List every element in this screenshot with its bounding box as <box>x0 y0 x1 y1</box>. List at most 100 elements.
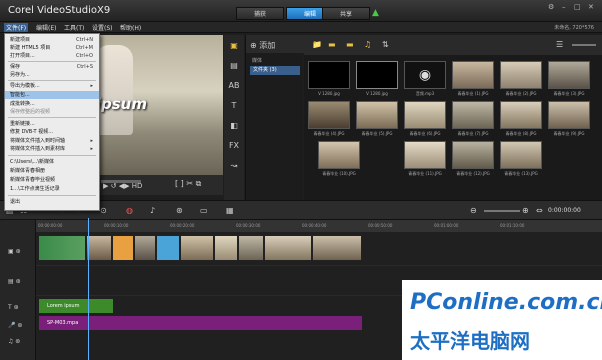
menu-file[interactable]: 文件(F) <box>4 23 29 32</box>
video-clip[interactable] <box>264 235 312 261</box>
menu-item-save-as[interactable]: 另存为... <box>5 71 99 79</box>
media-icon[interactable]: ▣ <box>228 41 240 51</box>
fit-project-icon[interactable]: ⇔ <box>536 206 543 215</box>
transition-clip[interactable] <box>112 235 134 261</box>
menu-item-relink[interactable]: 重新链接... <box>5 120 99 128</box>
menu-item-exit[interactable]: 退出 <box>5 198 99 206</box>
transition-icon[interactable]: AB <box>228 81 240 91</box>
video-clip[interactable] <box>312 235 362 261</box>
audio-thumbnail-icon[interactable]: ◉ <box>404 61 446 89</box>
video-track-icon[interactable]: ▣ ⊛ <box>8 248 21 255</box>
maximize-icon[interactable]: □ <box>574 3 581 11</box>
close-icon[interactable]: ✕ <box>588 3 594 11</box>
show-photo-icon[interactable]: ▬ <box>346 40 354 49</box>
tab-share[interactable]: 共享 <box>322 7 370 20</box>
title-track-icon[interactable]: T ⊛ <box>8 304 19 311</box>
menu-item-new-project[interactable]: 新建项目 Ctrl+N <box>5 36 99 44</box>
play-icon[interactable]: ▶ ↺ ◀▶ HD <box>103 182 142 190</box>
settings-icon[interactable]: ⚙ <box>548 3 554 11</box>
library-folder-item[interactable]: 文件夹 (3) <box>250 66 300 75</box>
menu-item-label: 打开项目... <box>10 53 35 59</box>
mixer-icon[interactable]: ◍ <box>126 206 133 215</box>
menu-item-save[interactable]: 保存 Ctrl+S <box>5 63 99 71</box>
upload-arrow-icon[interactable]: ▲ <box>372 8 379 18</box>
folder-icon[interactable]: 📁 <box>312 40 322 49</box>
library-panel: ⊕ 添加 媒体 文件夹 (3) <box>245 35 304 200</box>
zoom-slider[interactable] <box>484 210 520 212</box>
auto-music-icon[interactable]: ♪ <box>150 206 155 215</box>
thumbnail[interactable] <box>500 141 542 169</box>
thumbnail[interactable] <box>356 61 398 89</box>
video-clip[interactable] <box>86 235 112 261</box>
thumbnail[interactable] <box>318 141 360 169</box>
thumbnail-caption: 青春毕业 (12).JPG <box>456 171 490 176</box>
show-video-icon[interactable]: ▬ <box>328 40 336 49</box>
playhead[interactable] <box>88 218 89 360</box>
transition-clip[interactable] <box>156 235 180 261</box>
menu-item-batch-convert[interactable]: 成批转换... <box>5 100 99 108</box>
shortcut-text: Ctrl+N <box>76 37 93 43</box>
menu-item-recent-2[interactable]: 新媒体青春相册 <box>5 167 99 175</box>
thumbnail[interactable] <box>404 141 446 169</box>
zoom-out-icon[interactable]: ⊖ <box>470 206 477 215</box>
menu-item-save-trimmed[interactable]: 保存修整后的视频 <box>5 108 99 116</box>
menu-item-export-template[interactable]: 导出为模板... ▸ <box>5 82 99 90</box>
thumbnail[interactable] <box>500 61 542 89</box>
menu-item-insert-timeline[interactable]: 将媒体文件插入到时间轴 ▸ <box>5 137 99 145</box>
minimize-icon[interactable]: – <box>562 3 566 11</box>
thumbnail-caption: 音频.mp3 <box>415 91 435 96</box>
menu-item-label: 重新链接... <box>10 121 35 127</box>
menu-settings[interactable]: 设置(S) <box>90 23 115 32</box>
thumbnail[interactable] <box>452 141 494 169</box>
menu-help[interactable]: 帮助(H) <box>118 23 143 32</box>
thumbnail[interactable] <box>308 61 350 89</box>
list-view-icon[interactable]: ☰ <box>556 40 563 49</box>
record-icon[interactable]: ⊙ <box>100 206 107 215</box>
menu-item-recent-4[interactable]: 1...\工作点滴生活记录 <box>5 185 99 193</box>
thumbnail[interactable] <box>308 101 350 129</box>
menu-item-insert-library[interactable]: 将媒体文件插入到素材库 ▸ <box>5 145 99 153</box>
thumb-size-slider[interactable] <box>572 44 596 46</box>
thumbnail[interactable] <box>404 101 446 129</box>
show-audio-icon[interactable]: ♫ <box>364 40 371 49</box>
title-icon[interactable]: T <box>228 101 240 111</box>
zoom-in-icon[interactable]: ⊕ <box>522 206 529 215</box>
filter-icon[interactable]: FX <box>228 141 240 151</box>
video-clip[interactable] <box>180 235 214 261</box>
video-clip[interactable] <box>214 235 238 261</box>
menu-item-new-html5[interactable]: 新建 HTML5 项目 Ctrl+M <box>5 44 99 52</box>
music-track-icon[interactable]: ♫ ⊛ <box>8 338 20 345</box>
thumbnail[interactable] <box>356 101 398 129</box>
instant-project-icon[interactable]: ▤ <box>228 61 240 71</box>
thumbnail[interactable] <box>548 61 590 89</box>
menu-item-recent-3[interactable]: 新媒体青春毕业视频 <box>5 176 99 184</box>
video-clip[interactable] <box>238 235 264 261</box>
thumbnail[interactable] <box>548 101 590 129</box>
tab-capture[interactable]: 捕获 <box>236 7 284 20</box>
graphic-icon[interactable]: ◧ <box>228 121 240 131</box>
video-clip[interactable] <box>134 235 156 261</box>
add-folder-icon[interactable]: ⊕ 添加 <box>250 40 275 51</box>
title-clip[interactable]: Lorem ipsum <box>39 299 113 313</box>
menu-item-repair-dvbt[interactable]: 修复 DVB-T 视频... <box>5 128 99 136</box>
voice-track-icon[interactable]: 🎤 ⊛ <box>8 322 22 329</box>
timeline-timecode[interactable]: 0:00:00:00 <box>548 207 581 214</box>
overlay-track-icon[interactable]: ▤ ⊛ <box>8 278 21 285</box>
timeline-ruler[interactable]: 00:00:00:00 00:00:10:00 00:00:20:00 00:0… <box>36 220 602 232</box>
watermark-cn: 太平洋电脑网 <box>410 329 530 353</box>
subtitle-icon[interactable]: ▭ <box>200 206 208 215</box>
trim-marker-icon[interactable]: [ ] ✂ ⧉ <box>175 179 201 189</box>
thumbnail[interactable] <box>452 101 494 129</box>
sort-icon[interactable]: ⇅ <box>382 40 389 49</box>
menu-item-open[interactable]: 打开项目... Ctrl+O <box>5 52 99 60</box>
menu-item-smart-package[interactable]: 智能包... <box>5 91 99 99</box>
menu-item-recent-1[interactable]: C:\Users\...\新媒体 <box>5 158 99 166</box>
motion-track-icon[interactable]: ⊛ <box>176 206 183 215</box>
thumbnail[interactable] <box>500 101 542 129</box>
multicam-icon[interactable]: ▦ <box>226 206 234 215</box>
menu-edit[interactable]: 编辑(E) <box>34 23 58 32</box>
video-clip[interactable] <box>38 235 86 261</box>
path-icon[interactable]: ↝ <box>228 161 240 171</box>
menu-tools[interactable]: 工具(T) <box>62 23 86 32</box>
thumbnail[interactable] <box>452 61 494 89</box>
